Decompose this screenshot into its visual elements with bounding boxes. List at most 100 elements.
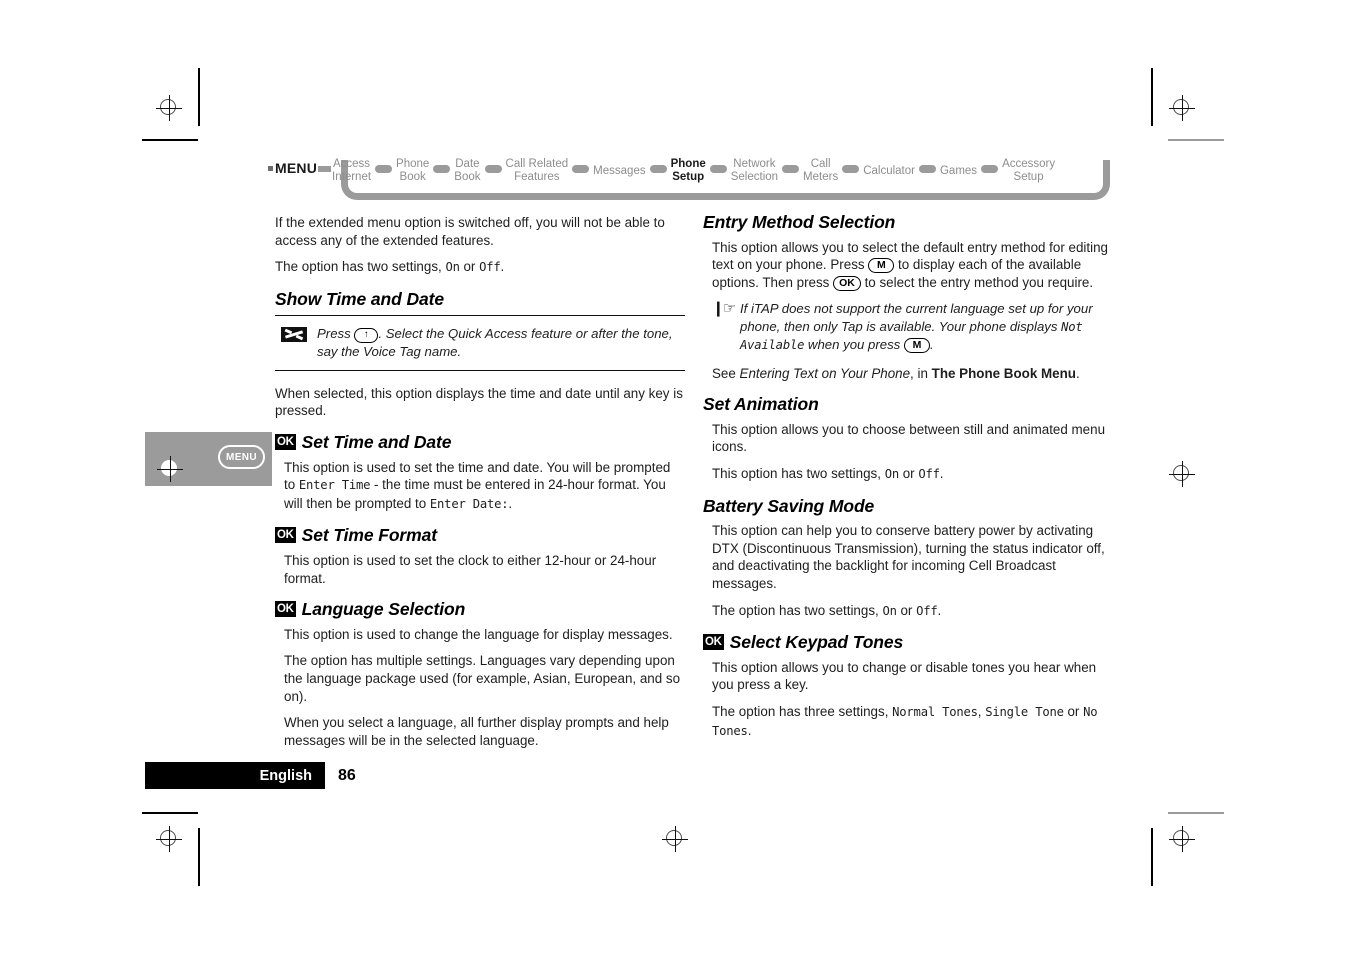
battery-saving-body-2: The option has two settings, On or Off. [712,602,1108,621]
breadcrumb-item-call-meters[interactable]: Call Meters [803,152,838,183]
entry-method-body: This option allows you to select the def… [712,239,1108,292]
breadcrumb-item-games[interactable]: Games [940,152,977,178]
set-animation-text-a: This option has two settings, [712,465,885,481]
breadcrumb-items: MENU Access Internet Phone Book Date Book C… [268,152,1055,188]
heading-set-animation-label: Set Animation [703,394,819,415]
m-key-icon: M [903,338,930,354]
crop-line-top-left-vertical [198,68,200,126]
intro-p2-text-mid: or [459,259,480,275]
cross-ref-bold: The Phone Book Menu [931,365,1076,381]
set-animation-text-mid: or [898,465,919,481]
lcd-enter-time: Enter Time [298,478,371,493]
itap-note-text: If iTAP does not support the current lan… [740,300,1108,354]
cross-reference-line: See Entering Text on Your Phone, in The … [712,365,1108,383]
breadcrumb-menu-root[interactable]: MENU [268,152,317,176]
breadcrumb-separator [709,165,727,173]
registration-mark-bottom-center [662,826,688,852]
menu-breadcrumb-nav: MENU Access Internet Phone Book Date Book C… [268,152,1110,204]
lcd-single-tone: Single Tone [985,704,1064,719]
breadcrumb-item-calculator[interactable]: Calculator [863,152,915,178]
breadcrumb-separator [842,165,860,173]
battery-saving-text-a: The option has two settings, [712,602,883,618]
intro-p2-text-end: . [500,259,505,275]
up-arrow-key-icon: ↑ [354,328,379,344]
crop-line-top-right-horizontal [1168,139,1224,141]
breadcrumb-item-date-book[interactable]: Date Book [454,152,480,183]
lightning-bolt-icon [281,327,307,343]
battery-saving-body-1: This option can help you to conserve bat… [712,523,1105,591]
heading-language-selection-label: Language Selection [301,599,466,620]
setting-value-on: On [445,260,460,275]
voice-note-text: Press ↑. Select the Quick Access feature… [317,325,685,360]
breadcrumb-menu-root-label: MENU [275,160,318,176]
breadcrumb-item-phone-book[interactable]: Phone Book [396,152,429,183]
menu-key-label: MENU [225,451,258,463]
breadcrumb-separator [572,165,590,173]
show-time-date-body: When selected, this option displays the … [275,385,683,419]
cross-ref-text-c: . [1075,365,1080,381]
breadcrumb-item-accessory-setup[interactable]: Accessory Setup [1002,152,1055,183]
keypad-tones-text-mid2: or [1063,703,1084,719]
heading-entry-method-selection-label: Entry Method Selection [703,212,896,232]
breadcrumb-item-phone-setup[interactable]: Phone Setup [671,152,706,183]
set-time-date-text-c: . [508,495,513,511]
heading-set-time-format: OK Set Time Format [275,527,685,545]
heading-set-time-and-date: OK Set Time and Date [275,433,685,452]
left-content-column: If the extended menu option is switched … [275,214,685,758]
set-animation-text-end: . [939,465,944,481]
battery-saving-text-mid: or [896,602,917,618]
crop-line-bottom-left-horizontal [142,812,198,814]
setting-value-on: On [882,603,897,618]
breadcrumb-item-call-related-features[interactable]: Call Related Features [506,152,569,183]
cross-ref-text-b: , in [910,365,932,381]
breadcrumb-separator [433,165,451,173]
registration-mark-bottom-right [1169,826,1195,852]
heading-show-time-and-date: Show Time and Date [275,288,685,309]
set-time-format-body: This option is used to set the clock to … [284,552,657,586]
heading-select-keypad-tones: OK Select Keypad Tones [703,634,1108,652]
breadcrumb-item-messages[interactable]: Messages [593,152,645,178]
set-time-date-body: This option is used to set the time and … [284,459,685,514]
breadcrumb-separator [782,165,800,173]
heading-select-keypad-tones-label: Select Keypad Tones [729,632,904,653]
m-key-icon: M [868,258,895,274]
menu-key-icon: MENU [218,445,265,469]
breadcrumb-separator [918,165,936,173]
set-animation-body-2: This option has two settings, On or Off. [712,465,1108,484]
keypad-tones-body-1: This option allows you to change or disa… [712,659,1097,693]
ok-badge-icon: OK [275,433,296,450]
intro-paragraph-1: If the extended menu option is switched … [275,215,665,248]
heading-battery-saving-mode: Battery Saving Mode [703,497,1108,516]
entry-method-text-c: to select the entry method you require. [860,274,1094,290]
set-animation-body-1: This option allows you to choose between… [712,421,1106,455]
registration-mark-top-left [156,95,182,121]
crop-line-bottom-right-vertical [1151,828,1153,886]
crop-line-top-right-vertical [1151,68,1153,126]
lcd-enter-date: Enter Date: [429,496,509,511]
ok-badge-icon: OK [275,600,296,617]
cross-ref-italic: Entering Text on Your Phone [739,365,911,381]
voice-note-text-a: Press [317,326,355,342]
heading-set-animation: Set Animation [703,396,1108,414]
page-number: 86 [338,766,356,784]
heading-set-time-format-label: Set Time Format [301,525,437,546]
side-tab-menu[interactable]: MENU [145,432,272,486]
language-bar: English [145,762,325,789]
right-content-column: Entry Method Selection This option allow… [703,212,1108,749]
heading-entry-method-selection: Entry Method Selection [703,212,1108,232]
itap-note-text-c: . [929,337,934,353]
battery-saving-text-end: . [937,602,942,618]
language-label: English [259,767,312,784]
registration-mark-side-tab [157,456,183,482]
breadcrumb-item-access-internet[interactable]: Access Internet [332,152,371,183]
language-selection-body-3: When you select a language, all further … [284,715,669,748]
itap-note: ❙☞ If iTAP does not support the current … [712,300,1108,354]
setting-value-off: Off [916,603,938,618]
breadcrumb-separator [318,166,332,172]
breadcrumb-item-network-selection[interactable]: Network Selection [731,152,778,183]
heading-language-selection: OK Language Selection [275,601,685,619]
setting-value-on: On [884,466,899,481]
setting-value-off: Off [479,260,501,275]
heading-show-time-and-date-label: Show Time and Date [275,288,445,309]
registration-mark-mid-right [1169,461,1195,487]
